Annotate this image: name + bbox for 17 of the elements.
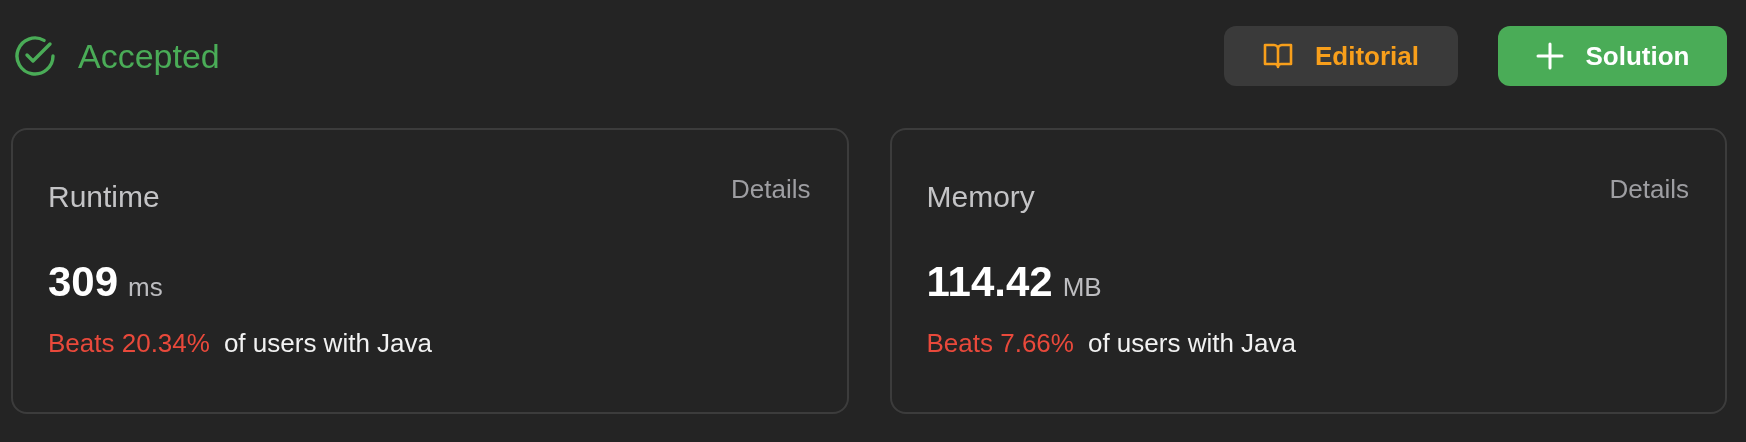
card-title: Runtime [48,180,160,214]
book-icon [1263,43,1293,69]
comparison-text: of users with Java [223,328,432,359]
details-link[interactable]: Details [731,174,811,205]
check-circle-icon [14,35,56,77]
status-label: Accepted [78,36,220,76]
comparison-text: of users with Java [1087,328,1297,359]
card-title: Memory [926,180,1035,214]
stat-unit: MB [1062,272,1102,303]
editorial-button[interactable]: Editorial [1224,26,1458,86]
plus-icon [1535,42,1564,70]
stat-value: 114.42 [926,258,1053,306]
beats-percentage: Beats 7.66% [926,328,1074,359]
details-link[interactable]: Details [1609,174,1689,205]
stat-value: 309 [48,258,119,306]
stat-unit: ms [128,272,163,303]
beats-percentage: Beats 20.34% [48,328,210,359]
